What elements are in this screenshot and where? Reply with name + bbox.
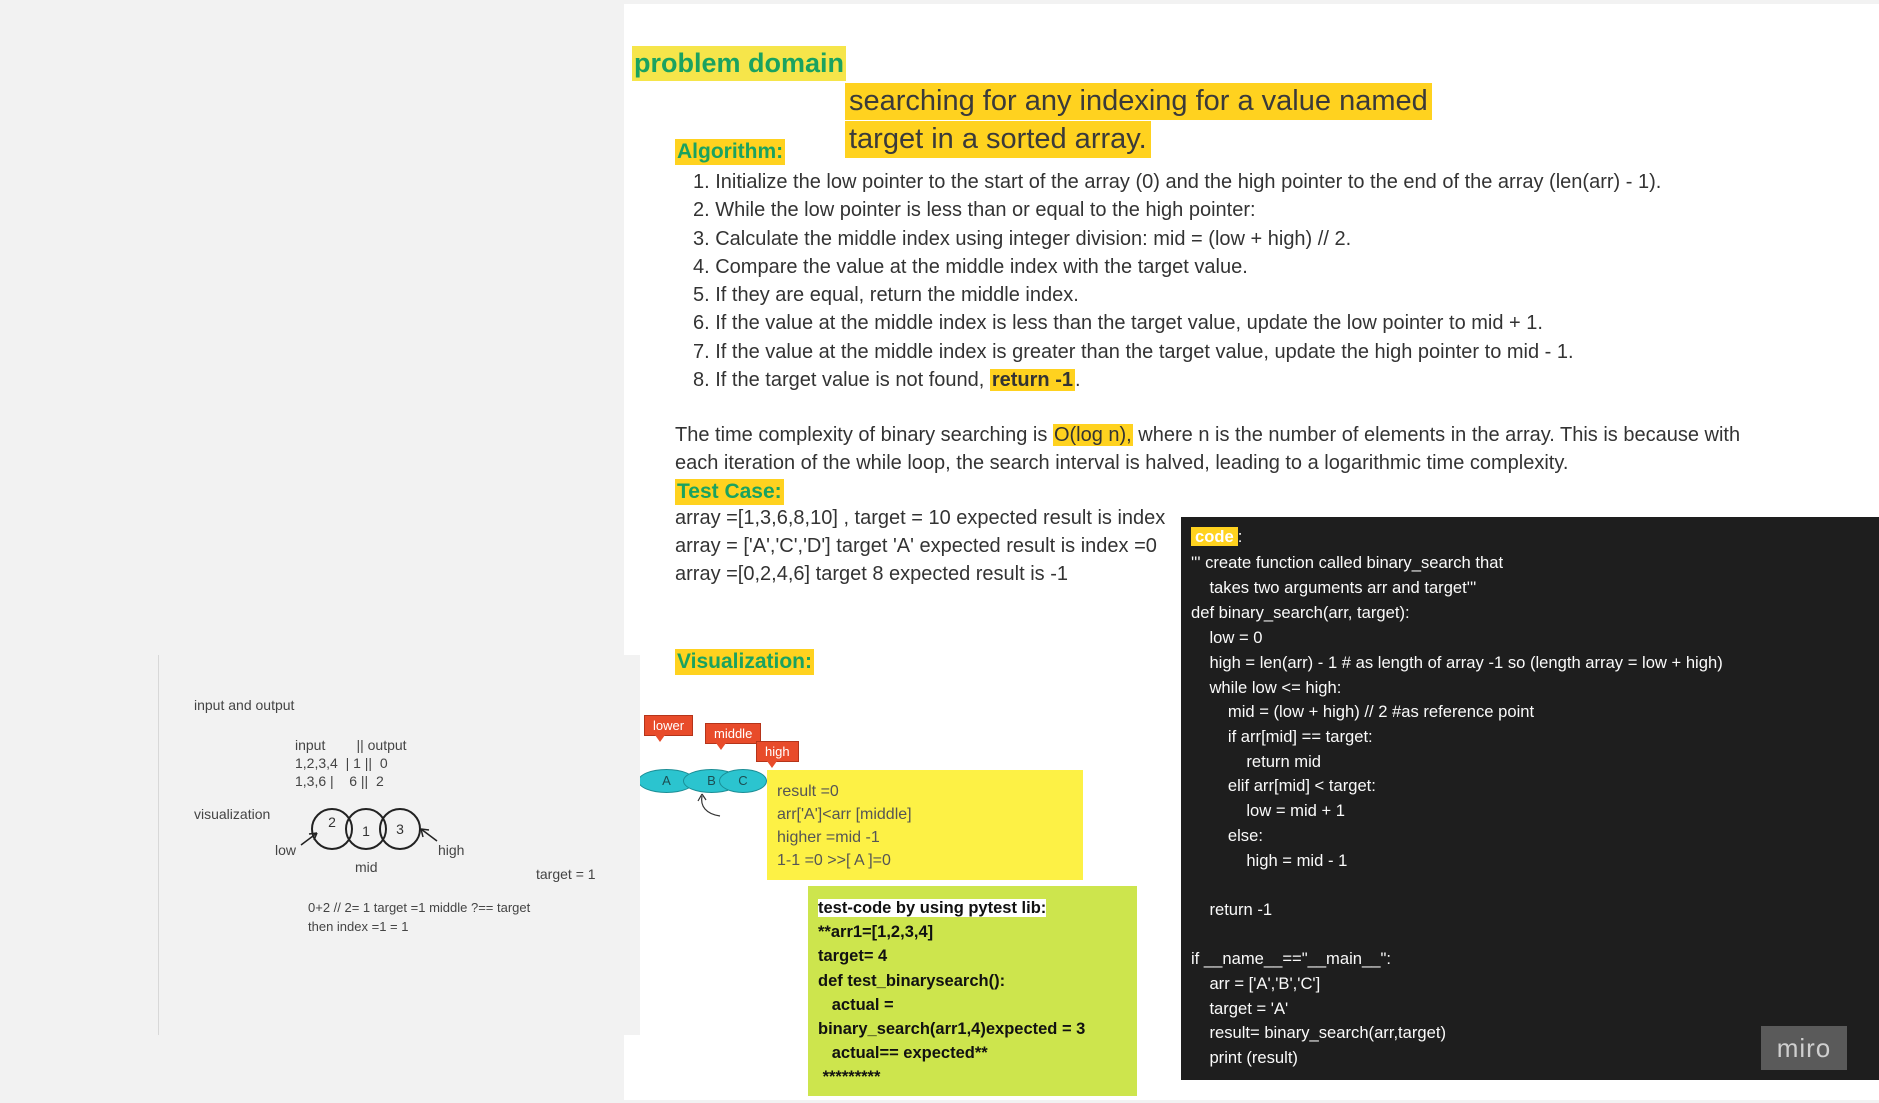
sticky-line: arr['A']<arr [middle] (777, 806, 912, 823)
algorithm-step: 1. Initialize the low pointer to the sta… (693, 171, 1662, 193)
visualization-label: visualization (194, 806, 271, 822)
miro-logo[interactable]: miro (1761, 1026, 1847, 1070)
code-title-line: code: (1191, 527, 1242, 547)
algorithm-step: 2. While the low pointer is less than or… (693, 199, 1256, 222)
mid-label: mid (355, 859, 378, 875)
test-case-line: array = ['A','C','D'] target 'A' expecte… (675, 535, 1157, 557)
calc-note: then index =1 = 1 (308, 919, 409, 934)
problem-domain-line-1: searching for any indexing for a value n… (845, 83, 1432, 120)
high-label: high (438, 842, 465, 858)
test-case-line: array =[0,2,4,6] target 8 expected resul… (675, 563, 1068, 585)
sticky-line: result =0 (777, 783, 839, 800)
complexity-highlight: O(log n), (1052, 424, 1133, 446)
code-title-colon: : (1237, 527, 1243, 546)
test-code-sticky-note: test-code by using pytest lib: **arr1=[1… (808, 886, 1137, 1096)
sticky-line: 1-1 =0 >>[ A ]=0 (777, 852, 891, 869)
algorithm-step-8-end: . (1074, 369, 1081, 392)
code-line: high = len(arr) - 1 # as length of array… (1191, 653, 1723, 672)
input-output-heading: input and output (194, 697, 295, 713)
code-line: print (result) (1191, 1048, 1298, 1067)
circle-node: 3 (379, 808, 421, 850)
code-panel: code: ''' create function called binary_… (1181, 517, 1879, 1080)
test-code-line: ********* (818, 1068, 881, 1087)
curved-arrow-icon (697, 793, 721, 817)
test-code-heading: test-code by using pytest lib: (818, 899, 1047, 917)
tag-high: high (756, 741, 799, 768)
tag-middle: middle (705, 723, 762, 750)
code-line: low = mid + 1 (1191, 801, 1346, 820)
code-line: target = 'A' (1191, 999, 1289, 1018)
test-code-line: target= 4 (818, 947, 888, 966)
code-title: code (1191, 527, 1238, 546)
problem-domain-line-2: target in a sorted array. (845, 121, 1151, 158)
test-case-title: Test Case: (675, 479, 784, 505)
algorithm-step-8: 8. If the target value is not found, ret… (693, 366, 1743, 394)
test-code-line: test-code by using pytest lib: (808, 886, 1137, 920)
arrow-right-icon (300, 832, 318, 846)
code-line: while low <= high: (1191, 678, 1342, 697)
problem-domain-title: problem domain (632, 46, 847, 81)
test-case-line: array =[1,3,6,8,10] , target = 10 expect… (675, 507, 1166, 529)
code-line: if __name__=="__main__": (1191, 949, 1391, 968)
visualization-title: Visualization: (675, 649, 814, 675)
algorithm-step: 6. If the value at the middle index is l… (693, 312, 1543, 335)
complexity-paragraph: The time complexity of binary searching … (675, 421, 1765, 477)
complexity-text-before: The time complexity of binary searching … (675, 424, 1053, 446)
algorithm-step: 4. Compare the value at the middle index… (693, 255, 1248, 278)
code-line: return mid (1191, 752, 1322, 771)
input-output-panel: input and output input || output 1,2,3,4… (158, 655, 640, 1035)
code-line: if arr[mid] == target: (1191, 727, 1373, 746)
code-line: arr = ['A','B','C'] (1191, 974, 1321, 993)
algorithm-step-8-text: 8. If the target value is not found, (693, 369, 990, 392)
code-line: ''' create function called binary_search… (1191, 553, 1504, 572)
io-table-row: 1,3,6 | 6 || 2 (295, 773, 384, 789)
sticky-line: higher =mid -1 (777, 829, 880, 846)
algorithm-step: 7. If the value at the middle index is g… (693, 340, 1574, 363)
code-line: high = mid - 1 (1191, 851, 1348, 870)
node-c: C (719, 769, 767, 793)
test-code-line: binary_search(arr1,4)expected = 3 (818, 1020, 1086, 1039)
code-line: elif arr[mid] < target: (1191, 776, 1376, 795)
code-line: else: (1191, 826, 1263, 845)
code-line: result= binary_search(arr,target) (1191, 1023, 1447, 1042)
code-line: mid = (low + high) // 2 #as reference po… (1191, 702, 1535, 721)
test-code-line: **arr1=[1,2,3,4] (818, 923, 934, 942)
algorithm-steps: 1. Initialize the low pointer to the sta… (693, 168, 1743, 394)
test-code-line: def test_binarysearch(): (818, 971, 1006, 990)
test-code-line: actual = (818, 995, 894, 1014)
code-line: takes two arguments arr and target''' (1191, 578, 1477, 597)
code-line: low = 0 (1191, 628, 1263, 647)
algorithm-title: Algorithm: (675, 139, 786, 165)
low-label: low (275, 842, 297, 858)
io-table-header: input || output (295, 737, 407, 753)
visualization-sticky-note: result =0 arr['A']<arr [middle] higher =… (767, 770, 1083, 880)
test-code-line: actual== expected** (818, 1044, 988, 1063)
calc-note: 0+2 // 2= 1 target =1 middle ?== target (308, 900, 531, 915)
io-table-row: 1,2,3,4 | 1 || 0 (295, 755, 388, 771)
code-line: return -1 (1191, 900, 1273, 919)
code-line: def binary_search(arr, target): (1191, 603, 1410, 622)
algorithm-step: 5. If they are equal, return the middle … (693, 284, 1079, 307)
tag-lower: lower (644, 715, 694, 742)
return-minus-one: return -1 (989, 369, 1075, 392)
algorithm-step: 3. Calculate the middle index using inte… (693, 227, 1352, 250)
target-label: target = 1 (536, 866, 596, 882)
